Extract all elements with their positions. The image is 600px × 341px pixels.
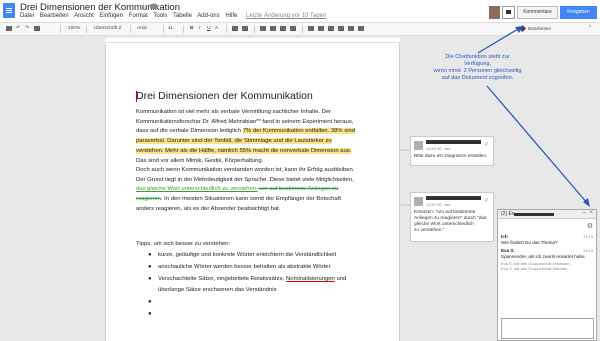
chat-time: 13:13 <box>582 248 593 253</box>
chat-system-message: Eva S. hat den Gruppenchat betreten. <box>501 266 569 271</box>
minimize-icon[interactable]: – <box>583 210 586 216</box>
close-icon[interactable]: × <box>589 210 593 216</box>
gear-icon[interactable]: ⚙ <box>587 222 593 230</box>
chat-input[interactable] <box>501 318 594 339</box>
arrow-to-chat-button <box>477 25 524 54</box>
chat-sender: Eva S. <box>501 248 515 253</box>
chat-panel[interactable]: (2) Ev – × ⚙ Ich 13:13 Wie findest Du da… <box>497 209 597 341</box>
chat-message: Wie findest Du das Thema? <box>501 240 558 245</box>
chat-title: (2) Ev <box>501 211 515 217</box>
chat-time: 13:13 <box>582 234 593 239</box>
chat-message: Spannender, als ich zuerst erwartet habe… <box>501 254 586 259</box>
arrow-to-chat-panel <box>486 85 589 205</box>
chat-header[interactable]: (2) Ev – × <box>498 210 596 219</box>
chat-sender: Ich <box>501 234 508 239</box>
chat-participant-redacted <box>514 213 554 216</box>
